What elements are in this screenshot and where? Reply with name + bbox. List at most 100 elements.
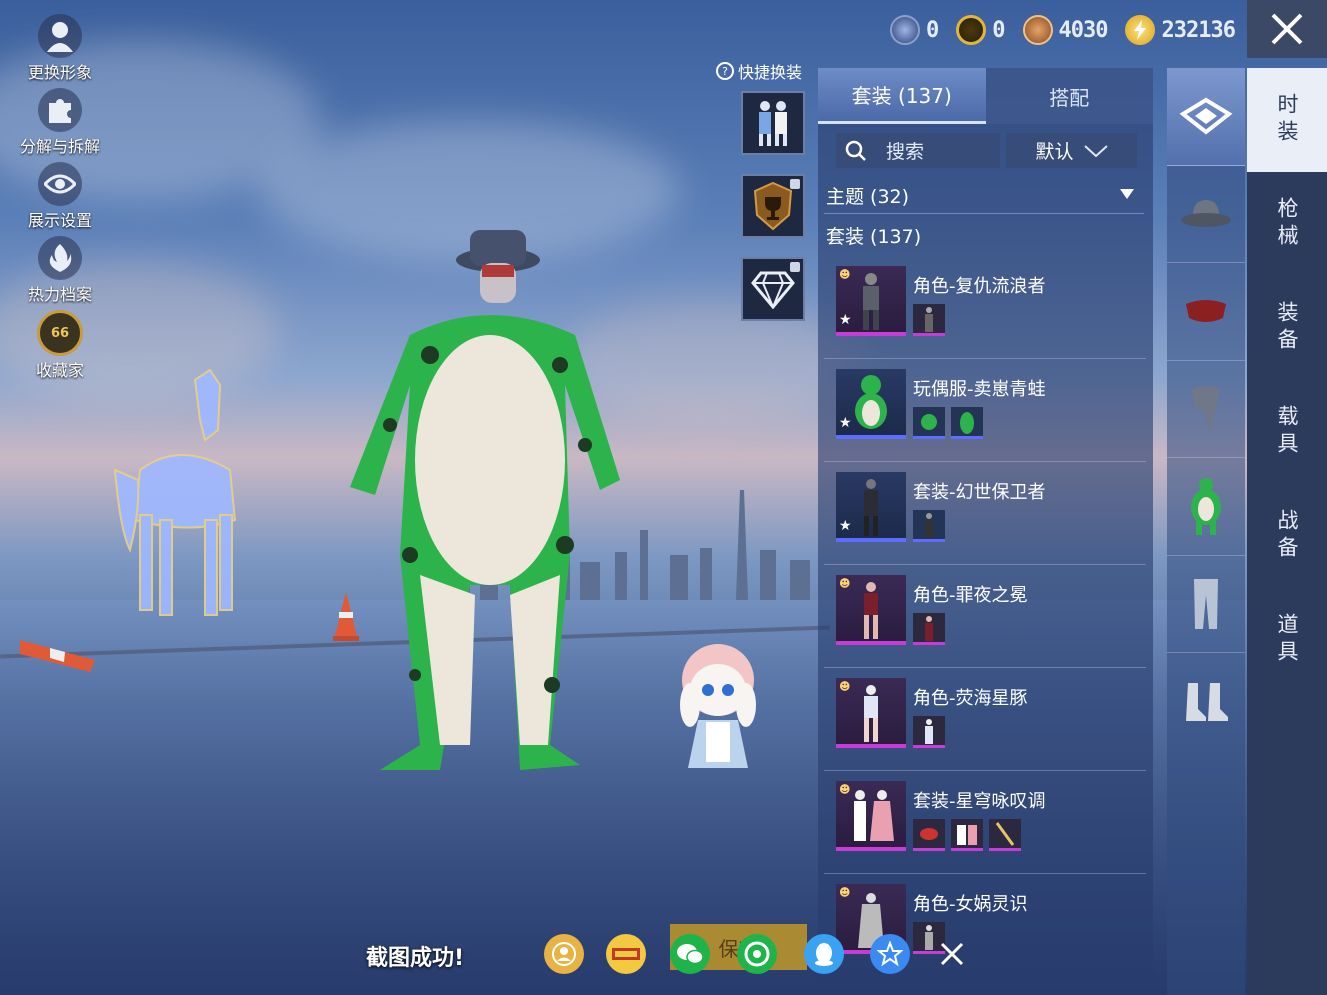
category-heading: 套装 (137) xyxy=(826,226,922,248)
wechat-icon xyxy=(677,944,704,965)
list-item[interactable]: ★ 玩偶服-卖崽青蛙 xyxy=(824,359,1146,462)
star-icon: ★ xyxy=(839,312,852,328)
avatar-icon xyxy=(38,14,82,58)
outfit-panel: 套装 (137) 搭配 搜索 默认 主题 (32) 套装 (137) ☻ ★ 角… xyxy=(818,68,1153,995)
dropdown-triangle-icon[interactable] xyxy=(1120,189,1134,199)
category-outfit[interactable] xyxy=(1167,68,1245,166)
part-thumbnail[interactable] xyxy=(913,613,945,645)
tab-battle-gear[interactable]: 战备 xyxy=(1247,484,1327,588)
currency-lightning[interactable]: 232136 xyxy=(1125,15,1236,45)
character-icon: ☻ xyxy=(839,886,851,899)
part-thumbnail[interactable] xyxy=(913,716,945,748)
flame-icon xyxy=(38,236,82,280)
heat-profile-label: 热力档案 xyxy=(27,285,92,304)
outfit-name: 套装-星穹咏叹调 xyxy=(913,791,1046,812)
tab-items[interactable]: 道具 xyxy=(1247,588,1327,692)
quick-swap-label: 快捷换装 xyxy=(738,63,803,82)
part-thumbnail[interactable] xyxy=(913,819,945,851)
help-icon[interactable]: ? xyxy=(716,62,734,80)
quick-slot-diamond[interactable] xyxy=(741,257,805,321)
tab-weapons[interactable]: 枪械 xyxy=(1247,172,1327,276)
collector-button[interactable]: 66 收藏家 xyxy=(14,310,106,384)
currency-globe[interactable]: 0 xyxy=(890,15,939,45)
tab-combinations[interactable]: 搭配 xyxy=(985,68,1153,124)
traffic-cone xyxy=(20,640,95,672)
close-button[interactable] xyxy=(1247,0,1327,58)
list-item[interactable]: ☻ 角色-荧海星豚 xyxy=(824,668,1146,771)
wechat-share-button[interactable] xyxy=(670,934,710,974)
lightning-coin-icon xyxy=(1125,15,1156,45)
couple-outfit-icon xyxy=(759,101,787,146)
pants-icon xyxy=(1194,578,1218,629)
outfit-thumbnail: ☻ xyxy=(836,678,906,748)
currency-bronze[interactable]: 4030 xyxy=(1022,15,1109,45)
tab-label: 枪械 xyxy=(1275,197,1299,251)
heat-profile-button[interactable]: 热力档案 xyxy=(14,236,106,310)
quick-swap[interactable]: ? 快捷换装 xyxy=(716,59,802,83)
currency-value: 0 xyxy=(926,17,939,43)
category-pants[interactable] xyxy=(1167,556,1245,653)
right-category-tabs: 时装 枪械 装备 载具 战备 道具 xyxy=(1247,68,1327,995)
theme-filter[interactable]: 主题 (32) xyxy=(826,182,909,209)
currency-value: 4030 xyxy=(1058,17,1109,43)
list-item[interactable]: ☻ ★ 角色-复仇流浪者 xyxy=(824,256,1146,359)
change-avatar-button[interactable]: 更换形象 xyxy=(14,14,106,88)
list-item[interactable]: ☻ 套装-星穹咏叹调 xyxy=(824,771,1146,874)
companion-bunny-doll xyxy=(680,644,756,768)
decompose-button[interactable]: 分解与拆解 xyxy=(14,88,106,162)
globe-coin-icon xyxy=(890,15,920,45)
puzzle-icon xyxy=(38,88,82,132)
part-thumbnail[interactable] xyxy=(913,407,945,439)
part-thumbnail[interactable] xyxy=(951,407,983,439)
qq-share-button[interactable] xyxy=(804,934,844,974)
mask-icon xyxy=(1186,300,1226,323)
outfit-thumbnail: ☻ ★ xyxy=(836,266,906,336)
category-hat[interactable] xyxy=(1167,166,1245,263)
outfit-thumbnail: ★ xyxy=(836,369,906,439)
outfit-thumbnail: ★ xyxy=(836,472,906,542)
category-scarf[interactable] xyxy=(1167,361,1245,458)
profile-share-button[interactable] xyxy=(544,934,584,974)
qzone-share-button[interactable] xyxy=(870,934,910,974)
list-item[interactable]: ☻ 角色-罪夜之冕 xyxy=(824,565,1146,668)
tab-label: 装备 xyxy=(1275,301,1299,355)
category-mask[interactable] xyxy=(1167,263,1245,361)
category-shoes[interactable] xyxy=(1167,653,1245,751)
outfit-name: 玩偶服-卖崽青蛙 xyxy=(913,379,1046,400)
category-suit[interactable] xyxy=(1167,458,1245,556)
display-settings-label: 展示设置 xyxy=(27,211,92,230)
quick-slot-trophy[interactable] xyxy=(741,174,805,238)
collector-level: 66 xyxy=(50,325,70,341)
part-thumbnail[interactable] xyxy=(951,819,983,851)
character-icon: ☻ xyxy=(839,680,851,693)
outfit-name: 角色-荧海星豚 xyxy=(913,688,1028,709)
search-input[interactable]: 搜索 xyxy=(836,133,1000,168)
outfit-name: 角色-罪夜之冕 xyxy=(913,585,1028,606)
moments-share-button[interactable] xyxy=(737,934,777,974)
list-item[interactable]: ★ 套装-幻世保卫者 xyxy=(824,462,1146,565)
screenshot-success-text: 截图成功! xyxy=(366,946,465,971)
outfit-parts xyxy=(913,407,983,439)
tab-fashion[interactable]: 时装 xyxy=(1247,68,1327,172)
display-settings-button[interactable]: 展示设置 xyxy=(14,162,106,236)
frog-suit-icon xyxy=(1191,478,1221,536)
currency-bar: 0 0 4030 232136 xyxy=(890,10,1247,50)
part-thumbnail[interactable] xyxy=(989,819,1021,851)
currency-gold-emblem[interactable]: 0 xyxy=(956,15,1006,45)
moments-icon xyxy=(744,941,770,967)
part-thumbnail[interactable] xyxy=(913,510,945,542)
divider xyxy=(824,213,1144,214)
outfit-parts xyxy=(913,716,945,748)
part-thumbnail[interactable] xyxy=(913,304,945,336)
tab-equipment[interactable]: 装备 xyxy=(1247,276,1327,380)
tab-vehicles[interactable]: 载具 xyxy=(1247,380,1327,484)
share-close-button[interactable] xyxy=(932,934,972,974)
quick-slot-outfits[interactable] xyxy=(741,91,805,155)
close-icon xyxy=(940,942,964,966)
qq-icon xyxy=(815,943,833,966)
outfit-box-icon xyxy=(1179,97,1233,135)
game-logo-button[interactable] xyxy=(606,934,646,974)
sort-dropdown[interactable]: 默认 xyxy=(1006,133,1137,168)
tab-outfits[interactable]: 套装 (137) xyxy=(818,68,986,124)
tab-label: 道具 xyxy=(1275,613,1299,667)
